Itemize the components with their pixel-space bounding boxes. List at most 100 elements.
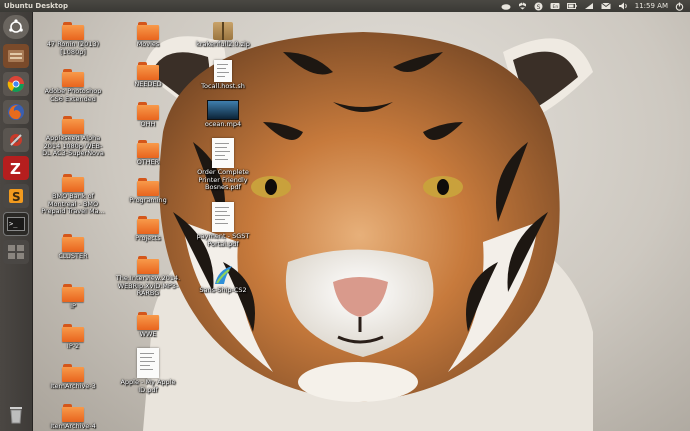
desktop-item-label: The.Interview.2014.WEBRip.XviD.MP3-RARBG: [115, 274, 181, 297]
chrome-icon[interactable]: [3, 72, 29, 96]
desktop-folder[interactable]: Appleseed Alpha 2014 1080p WEB-DL AC3-Su…: [38, 116, 108, 158]
files-icon[interactable]: [3, 44, 29, 68]
desktop-item-label: Apple - My Apple ID.pdf: [120, 378, 176, 394]
desktop-folder[interactable]: CLUSTER: [38, 234, 108, 261]
desktop-folder[interactable]: Projects: [113, 216, 183, 243]
folder-icon: [137, 178, 159, 196]
launcher: Z S >_: [0, 12, 33, 431]
svg-text:En: En: [552, 4, 558, 10]
folder-icon: [62, 22, 84, 40]
desktop-item-label: CLUSTER: [58, 252, 88, 260]
desktop-folder[interactable]: ItemArchive-3: [38, 364, 108, 391]
desktop-folder[interactable]: NEEDED: [113, 62, 183, 89]
folder-icon: [137, 140, 159, 158]
folder-icon: [137, 102, 159, 120]
folder-icon: [137, 62, 159, 80]
desktop-folder[interactable]: WWE: [113, 312, 183, 339]
document-icon: [212, 138, 234, 168]
desktop-item-label: Projects: [135, 234, 161, 242]
desktop-folder[interactable]: Movies: [113, 22, 183, 49]
folder-icon: [62, 234, 84, 252]
folder-icon: [137, 22, 159, 40]
mail-icon[interactable]: [601, 2, 611, 10]
folder-icon: [137, 256, 159, 274]
desktop-item-label: 47 Ronin (2013) [1080p]: [46, 40, 100, 56]
wifi-icon[interactable]: [584, 2, 594, 10]
desktop-file[interactable]: krakenfull2.0.zip: [188, 22, 258, 49]
desktop-item-label: OHH: [140, 120, 156, 128]
archive-icon: [213, 22, 233, 40]
desktop-file[interactable]: Sans-Ship-CS2: [188, 264, 258, 295]
svg-text:S: S: [536, 3, 540, 10]
trash-icon[interactable]: [3, 402, 29, 426]
desktop-folder[interactable]: Programing: [113, 178, 183, 205]
filezilla-icon[interactable]: Z: [3, 156, 29, 180]
folder-icon: [137, 312, 159, 330]
volume-icon[interactable]: [618, 2, 628, 10]
battery-icon[interactable]: [566, 2, 577, 10]
desktop-item-label: ItemArchive-4: [50, 422, 96, 430]
video-file-icon: [207, 100, 239, 120]
desktop-file[interactable]: ocean.mp4: [188, 100, 258, 129]
document-icon: [137, 348, 159, 378]
cloud-icon[interactable]: [501, 2, 511, 10]
desktop-folder[interactable]: IP: [38, 284, 108, 311]
indicator-area: S En 11:59 AM: [501, 0, 684, 12]
image-file-icon: [212, 264, 234, 286]
desktop-item-label: krakenfull2.0.zip: [196, 40, 250, 48]
sublime-icon[interactable]: S: [3, 184, 29, 208]
top-panel: Ubuntu Desktop S En 11:59 AM: [0, 0, 690, 12]
desktop-folder[interactable]: 47 Ronin (2013) [1080p]: [38, 22, 108, 56]
desktop-item-label: NEEDED: [134, 80, 162, 88]
desktop-item-label: Sans-Ship-CS2: [199, 286, 247, 294]
desktop-item-label: IP-2: [66, 342, 80, 350]
desktop-file[interactable]: Apple - My Apple ID.pdf: [113, 348, 183, 394]
clock[interactable]: 11:59 AM: [635, 0, 668, 12]
desktop-file[interactable]: Order Complete Printer Friendly Bosnes.p…: [188, 138, 258, 192]
power-icon[interactable]: [675, 2, 684, 11]
desktop-item-label: Adobe Photoshop CS6 Extended: [44, 87, 102, 103]
desktop-folder[interactable]: IP-2: [38, 324, 108, 351]
terminal-icon[interactable]: >_: [3, 212, 29, 236]
desktop-folder[interactable]: OHH: [113, 102, 183, 129]
window-title: Ubuntu Desktop: [4, 2, 68, 10]
folder-icon: [62, 404, 84, 422]
svg-text:S: S: [12, 190, 21, 204]
svg-text:>_: >_: [9, 220, 18, 228]
desktop-item-label: ocean.mp4: [204, 120, 242, 128]
desktop-item-label: Order Complete Printer Friendly Bosnes.p…: [197, 168, 249, 191]
desktop-folder[interactable]: ItemArchive-4: [38, 404, 108, 431]
desktop-file[interactable]: payment - SGST Portal.pdf: [188, 202, 258, 248]
script-file-icon: [214, 60, 232, 82]
desktop-folder[interactable]: Adobe Photoshop CS6 Extended: [38, 69, 108, 103]
folder-icon: [62, 116, 84, 134]
desktop-item-label: Movies: [136, 40, 160, 48]
desktop-item-label: IP: [70, 302, 76, 310]
desktop-item-label: payment - SGST Portal.pdf: [196, 232, 250, 248]
desktop-item-label: WWE: [139, 330, 157, 338]
folder-icon: [62, 284, 84, 302]
folder-icon: [62, 69, 84, 87]
desktop-folder[interactable]: The.Interview.2014.WEBRip.XviD.MP3-RARBG: [113, 256, 183, 298]
desktop-item-label: Programing: [129, 196, 167, 204]
desktop-item-label: Tocall.host.sh: [201, 82, 245, 90]
folder-icon: [62, 364, 84, 382]
folder-icon: [62, 324, 84, 342]
desktop-item-label: BMO Bank of Montreal - BMO Prepaid Trave…: [41, 192, 105, 215]
svg-text:Z: Z: [10, 160, 21, 177]
settings-icon[interactable]: [3, 128, 29, 152]
desktop-item-label: OTHER: [136, 158, 160, 166]
firefox-icon[interactable]: [3, 100, 29, 124]
desktop-item-label: Appleseed Alpha 2014 1080p WEB-DL AC3-Su…: [42, 134, 104, 157]
desktop-folder[interactable]: BMO Bank of Montreal - BMO Prepaid Trave…: [38, 174, 108, 216]
dropbox-icon[interactable]: [518, 2, 527, 10]
folder-icon: [137, 216, 159, 234]
desktop-item-label: ItemArchive-3: [50, 382, 96, 390]
keyboard-icon[interactable]: En: [550, 2, 560, 10]
workspaces-icon[interactable]: [3, 240, 29, 264]
desktop-folder[interactable]: OTHER: [113, 140, 183, 167]
folder-icon: [62, 174, 84, 192]
desktop-file[interactable]: Tocall.host.sh: [188, 60, 258, 91]
dash-home-icon[interactable]: [3, 15, 29, 39]
skype-icon[interactable]: S: [534, 2, 543, 11]
